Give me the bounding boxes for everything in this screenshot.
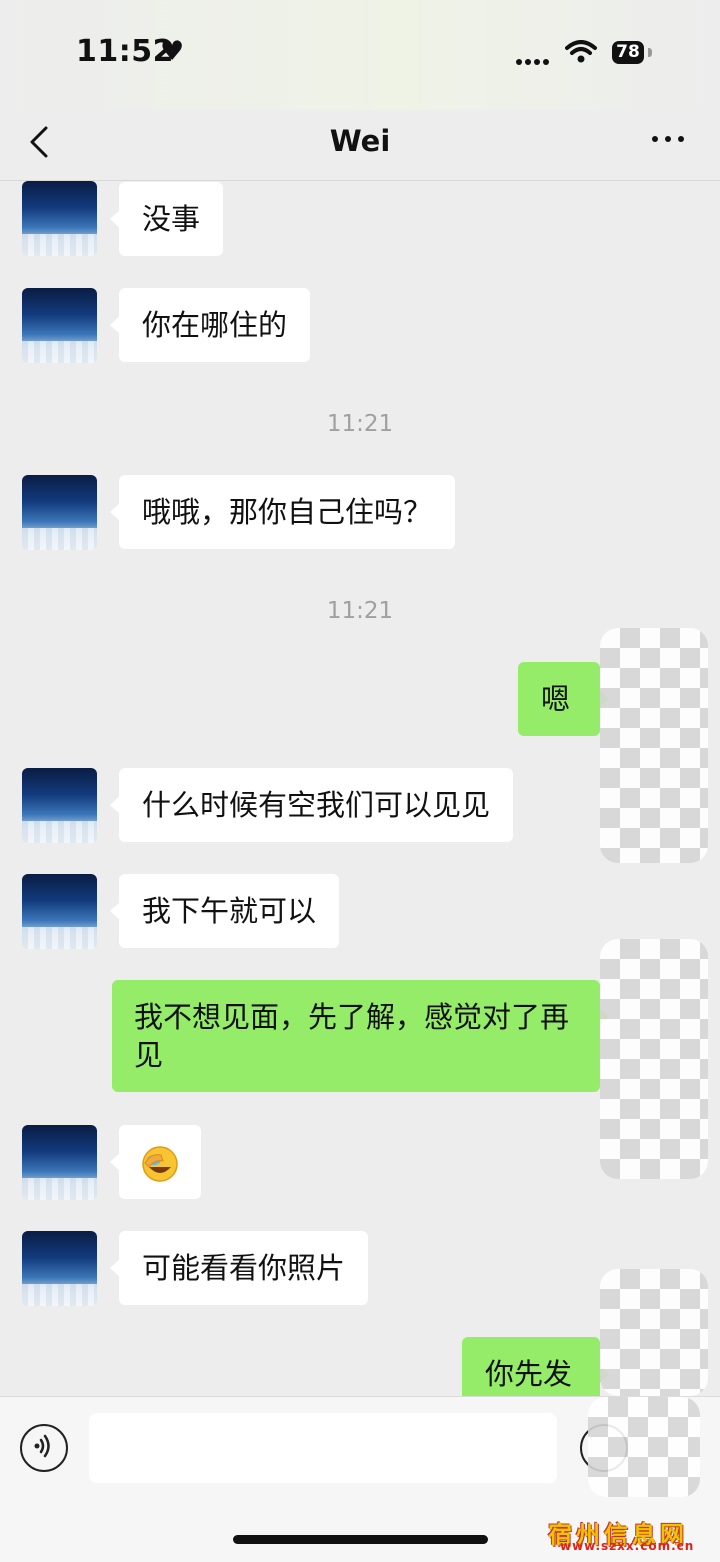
- wifi-icon: [565, 40, 597, 63]
- contact-avatar[interactable]: [22, 874, 97, 949]
- redacted-avatar-mask: [600, 628, 708, 863]
- redacted-avatar-mask: [600, 1269, 708, 1396]
- received-message[interactable]: 可能看看你照片: [109, 1231, 369, 1305]
- redacted-avatar-mask: [588, 1397, 700, 1497]
- battery-nub: [648, 48, 652, 57]
- sent-message[interactable]: 嗯: [518, 662, 609, 736]
- contact-avatar[interactable]: [22, 181, 97, 256]
- input-bar: 宿州信息网 www.szxx.com.cn: [0, 1396, 720, 1562]
- timestamp: 11:21: [326, 411, 394, 437]
- voice-wave-icon: [34, 1434, 50, 1458]
- sent-message[interactable]: 我不想见面，先了解，感觉对了再见: [112, 980, 609, 1092]
- contact-avatar[interactable]: [22, 1125, 97, 1200]
- contact-avatar[interactable]: [22, 288, 97, 363]
- cellular-signal-icon: [516, 50, 552, 69]
- received-message[interactable]: 什么时候有空我们可以见见: [109, 768, 514, 842]
- chat-header: Wei: [0, 110, 720, 181]
- watermark-url: www.szxx.com.cn: [560, 1539, 695, 1553]
- battery-indicator: 78: [612, 41, 644, 64]
- redacted-avatar-mask: [600, 939, 708, 1179]
- timestamp: 11:21: [326, 598, 394, 624]
- status-bar: 11:52 ♥ 78: [0, 0, 720, 110]
- contact-avatar[interactable]: [22, 475, 97, 550]
- home-indicator[interactable]: [233, 1535, 488, 1544]
- facepalm-laughing-emoji-icon: [142, 1146, 178, 1182]
- message-list[interactable]: 没事 你在哪住的 11:21 哦哦，那你自己住吗？ 11:21 嗯 什么时候有空…: [0, 181, 720, 1396]
- heart-icon: ♥: [160, 36, 185, 67]
- voice-input-button[interactable]: [20, 1424, 68, 1472]
- received-emoji-message[interactable]: [110, 1125, 201, 1199]
- received-message[interactable]: 我下午就可以: [109, 874, 340, 948]
- chat-title: Wei: [329, 124, 391, 158]
- contact-avatar[interactable]: [22, 1231, 97, 1306]
- site-watermark: 宿州信息网 www.szxx.com.cn: [548, 1515, 698, 1555]
- contact-avatar[interactable]: [22, 768, 97, 843]
- received-message[interactable]: 没事: [109, 182, 224, 256]
- message-input[interactable]: [89, 1413, 557, 1483]
- received-message[interactable]: 哦哦，那你自己住吗？: [109, 475, 456, 549]
- sent-message[interactable]: 你先发: [462, 1337, 609, 1396]
- received-message[interactable]: 你在哪住的: [109, 288, 311, 362]
- more-options-icon[interactable]: [648, 128, 688, 168]
